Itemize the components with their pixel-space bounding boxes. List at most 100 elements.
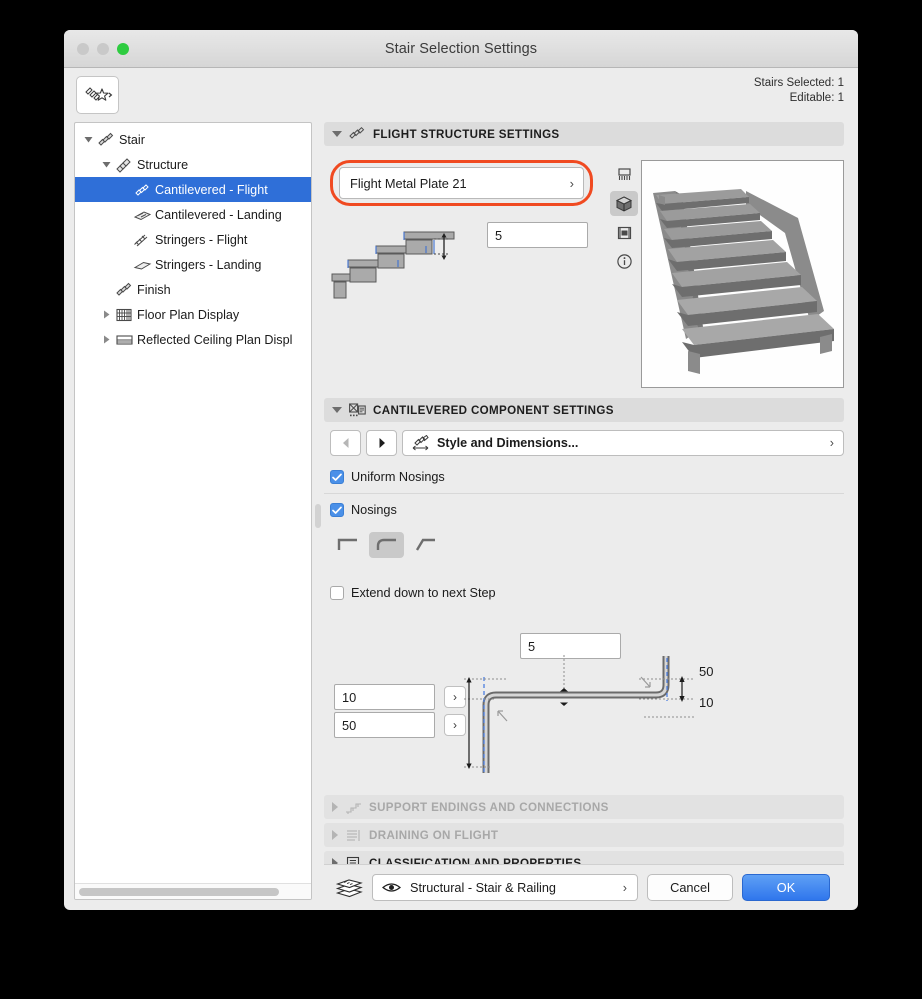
nosings-row[interactable]: Nosings [324,496,844,524]
3d-view-button[interactable] [610,191,638,216]
sidebar-item-stringers-flight[interactable]: Stringers - Flight [75,227,311,252]
cantilevered-flight-icon [134,183,149,196]
structure-icon [115,157,131,173]
next-component-button[interactable] [366,430,397,456]
component-combo-highlight: Flight Metal Plate 21 › [330,160,593,206]
profile-left-stepper-1[interactable]: › [444,686,466,708]
section-header-draining-on-flight[interactable]: DRAINING ON FLIGHT [324,823,844,847]
uniform-nosings-row[interactable]: Uniform Nosings [324,463,844,491]
sidebar-item-stringers-landing[interactable]: Stringers - Landing [75,252,311,277]
layer-value: Structural - Stair & Railing [410,880,556,895]
nosing-square-button[interactable] [330,532,365,558]
extend-down-checkbox[interactable] [330,586,344,600]
sidebar-item-cantilevered-landing[interactable]: Cantilevered - Landing [75,202,311,227]
scrollbar-thumb[interactable] [79,887,279,896]
chevron-right-icon: › [622,880,627,895]
section-title: CLASSIFICATION AND PROPERTIES [369,856,582,865]
section-header-classification-and-properties[interactable]: CLASSIFICATION AND PROPERTIES [324,851,844,864]
extend-down-label: Extend down to next Step [351,586,496,600]
sidebar-item-floor-plan-display[interactable]: Floor Plan Display [75,302,311,327]
section-view-button[interactable] [610,220,638,245]
toolbar: Stairs Selected: 1 Editable: 1 [64,68,858,122]
chevron-right-icon[interactable] [99,335,113,344]
cantilevered-component-icon [349,402,366,416]
section-title: DRAINING ON FLIGHT [369,828,499,842]
cancel-button[interactable]: Cancel [647,874,733,901]
sidebar-item-structure[interactable]: Structure [75,152,311,177]
thickness-input[interactable]: 5 [487,222,588,248]
info-button[interactable] [610,249,638,274]
settings-scroll-area: FLIGHT STRUCTURE SETTINGS Flight Metal P… [324,122,844,864]
profile-left-input-2[interactable]: 50 [334,712,435,738]
profile-left-stepper-2[interactable]: › [444,714,466,736]
editable-label: Editable: 1 [789,92,844,104]
sidebar-horizontal-scrollbar[interactable] [75,883,311,899]
structure-icon [113,157,135,173]
style-and-dimensions-button[interactable]: Style and Dimensions... › [402,430,844,456]
profile-left-value-1: 10 [342,689,357,705]
sidebar-item-cantilevered-flight[interactable]: Cantilevered - Flight [75,177,311,202]
section-title: CANTILEVERED COMPONENT SETTINGS [373,403,614,417]
uniform-nosings-label: Uniform Nosings [351,470,445,484]
section-view-icon [617,226,631,239]
preview-view-modes [607,160,641,388]
favorites-button[interactable] [76,76,119,114]
nosing-shape-buttons [324,524,844,568]
chevron-right-icon: › [829,436,834,450]
nosing-square-icon [337,538,357,550]
floor-plan-display-icon [115,308,132,321]
chevron-right-icon[interactable] [99,310,113,319]
stair-icon [95,132,117,148]
profile-right-label-1: 50 [699,664,714,679]
sidebar-item-label: Cantilevered - Flight [155,182,268,197]
section-header-support-endings-and-connections[interactable]: SUPPORT ENDINGS AND CONNECTIONS [324,795,844,819]
section-title: FLIGHT STRUCTURE SETTINGS [373,127,560,141]
previous-component-button[interactable] [330,430,361,456]
chevron-down-icon [332,407,342,413]
collapsed-sections: SUPPORT ENDINGS AND CONNECTIONS DRAINING … [324,795,844,864]
dialog-body: Stair Structure Cantilevered - Flight Canti… [64,122,858,910]
plan-view-button[interactable] [610,162,638,187]
layer-combo[interactable]: Structural - Stair & Railing › [372,874,638,901]
sidebar-item-label: Reflected Ceiling Plan Displ [137,332,293,347]
stringers-landing-icon [131,257,153,273]
profile-left-input-1[interactable]: 10 [334,684,435,710]
window-title: Stair Selection Settings [384,40,538,57]
sidebar-item-reflected-ceiling-plan-displ[interactable]: Reflected Ceiling Plan Displ [75,327,311,352]
sidebar-item-label: Floor Plan Display [137,307,240,322]
flight-component-value: Flight Metal Plate 21 [350,175,467,191]
cantilevered-landing-icon [131,207,153,223]
finish-icon [115,282,131,296]
chevron-right-icon: › [453,718,457,732]
reflected-ceiling-plan-icon [115,334,133,345]
sidebar-item-finish[interactable]: Finish [75,277,311,302]
sidebar-item-label: Structure [137,157,189,172]
stair-selection-settings-window: Stair Selection Settings Stairs Selected… [64,30,858,910]
uniform-nosings-checkbox[interactable] [330,470,344,484]
nosing-chamfer-button[interactable] [408,532,443,558]
sidebar-item-stair[interactable]: Stair [75,127,311,152]
thickness-value: 5 [495,227,503,243]
flight-structure-icon [349,126,365,139]
cantilevered-flight-icon [131,182,153,198]
support-endings-icon [346,802,361,814]
flight-component-combo[interactable]: Flight Metal Plate 21 › [339,167,584,199]
extend-down-row[interactable]: Extend down to next Step [324,568,844,607]
nosings-checkbox[interactable] [330,503,344,517]
section-header-flight-structure[interactable]: FLIGHT STRUCTURE SETTINGS [324,122,844,146]
splitter-handle[interactable] [315,504,321,528]
panel-splitter[interactable] [312,122,324,910]
section-header-cantilevered[interactable]: CANTILEVERED COMPONENT SETTINGS [324,398,844,422]
chevron-down-icon[interactable] [81,135,95,144]
arrow-right-icon [379,438,385,448]
stringers-flight-icon [133,234,147,246]
stair-icon [97,132,113,146]
ok-button[interactable]: OK [742,874,830,901]
checkmark-icon [332,506,342,514]
chevron-down-icon[interactable] [99,160,113,169]
nosing-round-button[interactable] [369,532,404,558]
stair-3d-preview[interactable] [641,160,844,388]
stringers-landing-icon [133,261,151,270]
nosing-chamfer-icon [415,538,435,551]
profile-top-value: 5 [528,638,536,654]
